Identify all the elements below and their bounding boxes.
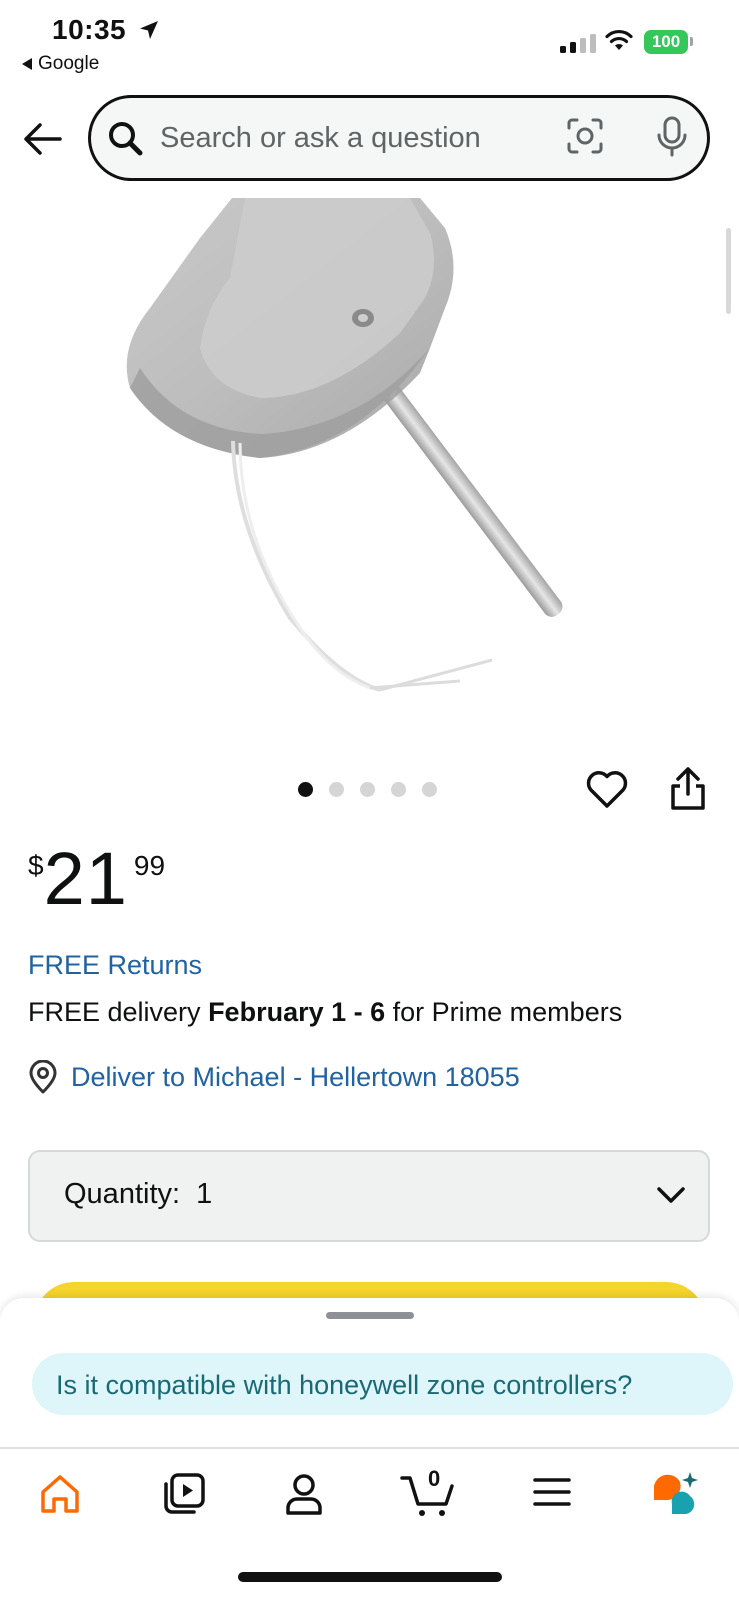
time-text: 10:35	[52, 14, 127, 45]
share-icon[interactable]	[668, 766, 708, 812]
rufus-assistant-icon[interactable]	[650, 1470, 700, 1518]
quantity-label: Quantity: 1	[64, 1178, 212, 1211]
image-dot[interactable]	[391, 782, 406, 797]
product-image[interactable]	[0, 198, 739, 738]
search-input[interactable]	[160, 118, 540, 158]
quantity-value: 1	[196, 1178, 213, 1210]
search-icon	[109, 122, 143, 156]
cart-count: 0	[428, 1466, 441, 1491]
sheet-drag-handle[interactable]	[326, 1312, 414, 1319]
price-fraction: 99	[133, 850, 166, 881]
menu-icon[interactable]	[532, 1472, 572, 1512]
image-dot[interactable]	[298, 782, 313, 797]
home-icon[interactable]	[38, 1472, 82, 1516]
battery-level: 100	[651, 32, 681, 51]
microphone-icon[interactable]	[656, 116, 688, 158]
back-triangle-icon	[22, 58, 32, 70]
scroll-indicator[interactable]	[726, 228, 731, 314]
free-returns-link[interactable]: FREE Returns	[28, 950, 202, 981]
image-pagination-dots[interactable]	[298, 782, 437, 797]
battery-indicator: 100	[644, 30, 688, 54]
delivery-info: FREE delivery February 1 - 6 for Prime m…	[28, 997, 622, 1028]
heart-icon[interactable]	[585, 768, 629, 810]
suggested-question-text: Is it compatible with honeywell zone con…	[56, 1370, 633, 1400]
home-indicator	[238, 1572, 502, 1582]
location-pin-icon	[29, 1060, 57, 1094]
price: $ 21 99	[28, 842, 165, 916]
delivery-prefix: FREE delivery	[28, 997, 201, 1027]
price-currency: $	[28, 850, 44, 881]
cellular-signal-icon	[560, 34, 596, 53]
camera-scan-icon[interactable]	[566, 117, 604, 155]
video-icon[interactable]	[162, 1472, 206, 1516]
price-whole: 21	[43, 837, 128, 920]
image-dot[interactable]	[422, 782, 437, 797]
back-app-label: Google	[38, 53, 100, 74]
chevron-down-icon	[657, 1187, 685, 1203]
delivery-dates: February 1 - 6	[208, 997, 386, 1027]
quantity-label-text: Quantity:	[64, 1178, 181, 1210]
delivery-suffix: for Prime members	[392, 997, 623, 1027]
wifi-icon	[605, 29, 633, 50]
back-to-app-link[interactable]: Google	[22, 53, 99, 75]
image-dot[interactable]	[360, 782, 375, 797]
location-arrow-icon	[140, 21, 159, 39]
status-time: 10:35	[52, 14, 160, 46]
image-dot[interactable]	[329, 782, 344, 797]
battery-tip	[690, 37, 693, 46]
deliver-to-link[interactable]: Deliver to Michael - Hellertown 18055	[71, 1062, 520, 1093]
back-arrow-icon[interactable]	[22, 118, 64, 160]
account-icon[interactable]	[284, 1472, 324, 1516]
